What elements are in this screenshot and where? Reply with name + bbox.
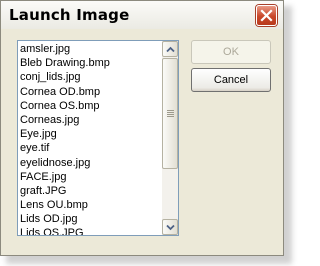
title-bar[interactable]: Launch Image — [1, 1, 283, 29]
file-list-item[interactable]: Cornea OD.bmp — [18, 85, 162, 99]
grip-line — [167, 116, 174, 117]
grip-line — [167, 110, 174, 111]
file-list-item[interactable]: eye.tif — [18, 141, 162, 155]
file-list-item[interactable]: Bleb Drawing.bmp — [18, 56, 162, 70]
launch-image-dialog: Launch Image amsler.jpg Bleb Drawing.bmp c… — [0, 0, 284, 256]
file-list-item[interactable]: graft.JPG — [18, 184, 162, 198]
close-icon — [260, 9, 273, 22]
ok-button[interactable]: OK — [191, 40, 271, 64]
file-list-item[interactable]: FACE.jpg — [18, 170, 162, 184]
chevron-up-icon — [166, 46, 175, 53]
file-listbox[interactable]: amsler.jpg Bleb Drawing.bmp conj_lids.jpg C… — [17, 40, 179, 236]
file-list-item[interactable]: eyelidnose.jpg — [18, 156, 162, 170]
file-list-item[interactable]: Corneas.jpg — [18, 113, 162, 127]
dialog-title: Launch Image — [9, 6, 130, 24]
file-list-item[interactable]: Cornea OS.bmp — [18, 99, 162, 113]
cancel-button[interactable]: Cancel — [191, 68, 271, 92]
vertical-scrollbar[interactable] — [162, 41, 178, 235]
file-list-item[interactable]: conj_lids.jpg — [18, 70, 162, 84]
close-button[interactable] — [256, 5, 277, 26]
file-list-item[interactable]: Eye.jpg — [18, 127, 162, 141]
chevron-down-icon — [166, 224, 175, 231]
scroll-down-button[interactable] — [162, 219, 178, 235]
file-list-item[interactable]: amsler.jpg — [18, 42, 162, 56]
scrollbar-thumb[interactable] — [162, 58, 178, 169]
file-list-item[interactable]: Lids OD.jpg — [18, 212, 162, 226]
file-list: amsler.jpg Bleb Drawing.bmp conj_lids.jpg C… — [18, 42, 162, 235]
file-list-item[interactable]: Lens OU.bmp — [18, 198, 162, 212]
grip-line — [167, 114, 174, 115]
scroll-up-button[interactable] — [162, 41, 178, 57]
file-list-item[interactable]: Lids OS.JPG — [18, 226, 162, 235]
grip-line — [167, 112, 174, 113]
